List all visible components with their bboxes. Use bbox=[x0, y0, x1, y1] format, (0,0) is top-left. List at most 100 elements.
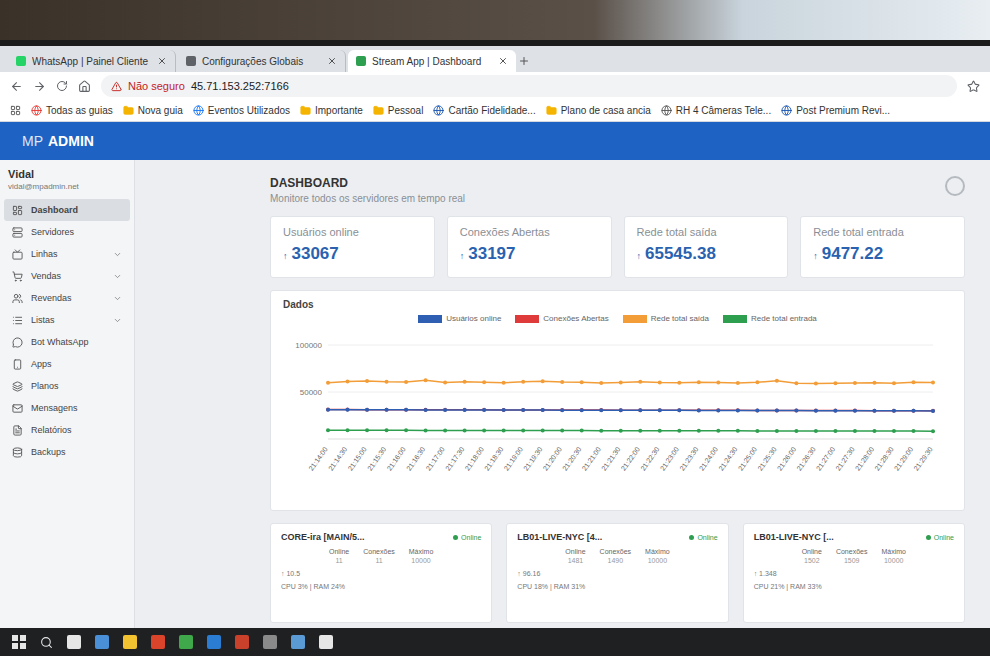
sidebar-item[interactable]: Vendas bbox=[4, 265, 130, 287]
legend-item[interactable]: Conexões Abertas bbox=[515, 314, 608, 323]
x-label: 21:15:30 bbox=[366, 445, 387, 471]
chart-point bbox=[326, 381, 330, 385]
close-icon[interactable] bbox=[157, 56, 167, 66]
sidebar-item[interactable]: Revendas bbox=[4, 287, 130, 309]
sidebar-item[interactable]: Dashboard bbox=[4, 199, 130, 221]
legend-item[interactable]: Usuários online bbox=[418, 314, 501, 323]
windows-logo-icon[interactable] bbox=[12, 635, 26, 649]
chevron-down-icon bbox=[113, 250, 122, 259]
chart-point bbox=[736, 429, 740, 433]
browser-tab[interactable]: WhatsApp | Painel Cliente bbox=[8, 50, 176, 72]
bookmark[interactable]: RH 4 Câmeras Tele... bbox=[661, 105, 771, 116]
chart-point bbox=[502, 408, 506, 412]
chart-series bbox=[326, 378, 935, 385]
brand-prefix: MP bbox=[22, 133, 43, 149]
server-stat: Online1481 bbox=[565, 548, 585, 564]
chart-point bbox=[541, 429, 545, 433]
chart-point bbox=[638, 380, 642, 384]
chart-point bbox=[326, 408, 330, 412]
bookmark[interactable]: Nova guia bbox=[123, 105, 183, 116]
chart-point bbox=[560, 408, 564, 412]
sidebar-item[interactable]: Planos bbox=[4, 375, 130, 397]
legend-item[interactable]: Rede total saída bbox=[623, 314, 709, 323]
chart-point bbox=[599, 408, 603, 412]
close-icon[interactable] bbox=[498, 56, 508, 66]
new-tab-icon[interactable] bbox=[518, 55, 530, 67]
x-label: 21:28:30 bbox=[873, 445, 894, 471]
y-tick: 50000 bbox=[300, 388, 933, 397]
sidebar-item[interactable]: Mensagens bbox=[4, 397, 130, 419]
browser-tab[interactable]: Stream App | Dashboard bbox=[348, 50, 516, 72]
bookmark[interactable]: Eventos Utilizados bbox=[193, 105, 290, 116]
star-icon[interactable] bbox=[967, 80, 980, 93]
chart-point bbox=[833, 409, 837, 413]
x-label: 21:24:30 bbox=[717, 445, 738, 471]
chart-point bbox=[541, 379, 545, 383]
sidebar-item[interactable]: Relatórios bbox=[4, 419, 130, 441]
app-icon[interactable] bbox=[235, 635, 249, 649]
x-label: 21:16:00 bbox=[386, 445, 407, 471]
app-icon[interactable] bbox=[67, 635, 81, 649]
sidebar-item[interactable]: Bot WhatsApp bbox=[4, 331, 130, 353]
sidebar-item[interactable]: Linhas bbox=[4, 243, 130, 265]
chart-point bbox=[794, 429, 798, 433]
apps-icon[interactable] bbox=[10, 105, 21, 116]
x-label: 21:24:00 bbox=[698, 445, 719, 471]
bookmark[interactable]: Pessoal bbox=[373, 105, 424, 116]
app-icon[interactable] bbox=[123, 635, 137, 649]
menu-icon bbox=[12, 315, 23, 326]
svg-text:100000: 100000 bbox=[295, 341, 322, 350]
chart-point bbox=[697, 380, 701, 384]
app-icon[interactable] bbox=[95, 635, 109, 649]
bookmark[interactable]: Post Premium Revi... bbox=[781, 105, 890, 116]
app-icon[interactable] bbox=[151, 635, 165, 649]
x-label: 21:26:30 bbox=[795, 445, 816, 471]
chart-point bbox=[658, 381, 662, 385]
chevron-down-icon bbox=[113, 272, 122, 281]
site-icon bbox=[781, 105, 792, 116]
sidebar-item[interactable]: Backups bbox=[4, 441, 130, 463]
chart-point bbox=[892, 381, 896, 385]
back-icon[interactable] bbox=[10, 80, 23, 93]
bookmark[interactable]: Importante bbox=[300, 105, 363, 116]
x-label: 21:29:30 bbox=[912, 445, 933, 471]
bookmark[interactable]: Todas as guias bbox=[31, 105, 113, 116]
chart-point bbox=[541, 408, 545, 412]
chart-point bbox=[560, 429, 564, 433]
app-icon[interactable] bbox=[179, 635, 193, 649]
close-icon[interactable] bbox=[327, 56, 337, 66]
x-label: 21:26:00 bbox=[776, 445, 797, 471]
x-label: 21:25:00 bbox=[737, 445, 758, 471]
sidebar-item[interactable]: Listas bbox=[4, 309, 130, 331]
browser-tab[interactable]: Configurações Globais bbox=[178, 50, 346, 72]
status-badge: Online bbox=[453, 534, 481, 541]
app-icon[interactable] bbox=[207, 635, 221, 649]
photo-frame: WhatsApp | Painel ClienteConfigurações G… bbox=[0, 0, 990, 656]
forward-icon[interactable] bbox=[33, 80, 46, 93]
site-icon bbox=[661, 105, 672, 116]
bookmark[interactable]: Plano de casa ancia bbox=[546, 105, 651, 116]
sidebar-item[interactable]: Apps bbox=[4, 353, 130, 375]
chart-point bbox=[521, 408, 525, 412]
chart-point bbox=[521, 408, 525, 412]
search-icon[interactable] bbox=[40, 636, 53, 649]
chart-point bbox=[697, 429, 701, 433]
app-icon[interactable] bbox=[319, 635, 333, 649]
address-bar[interactable]: Não seguro45.71.153.252:7166 bbox=[101, 75, 957, 97]
legend-item[interactable]: Rede total entrada bbox=[723, 314, 817, 323]
server-card: LB01-LIVE-NYC [...OnlineOnline1502Conexõ… bbox=[743, 523, 965, 623]
main-content: DASHBOARDMonitore todos os servidores em… bbox=[135, 160, 990, 628]
home-icon[interactable] bbox=[78, 80, 91, 93]
settings-button[interactable] bbox=[945, 176, 965, 196]
bookmark[interactable]: Cartão Fidelidade... bbox=[433, 105, 535, 116]
reload-icon[interactable] bbox=[56, 80, 68, 92]
page-header: DASHBOARDMonitore todos os servidores em… bbox=[270, 176, 965, 204]
app-icon[interactable] bbox=[291, 635, 305, 649]
server-stat: Online11 bbox=[329, 548, 349, 564]
chart-point bbox=[892, 409, 896, 413]
sidebar-item[interactable]: Servidores bbox=[4, 221, 130, 243]
app-icon[interactable] bbox=[263, 635, 277, 649]
folder-icon bbox=[123, 105, 134, 116]
chart-series bbox=[326, 408, 935, 413]
x-label: 21:28:00 bbox=[854, 445, 875, 471]
